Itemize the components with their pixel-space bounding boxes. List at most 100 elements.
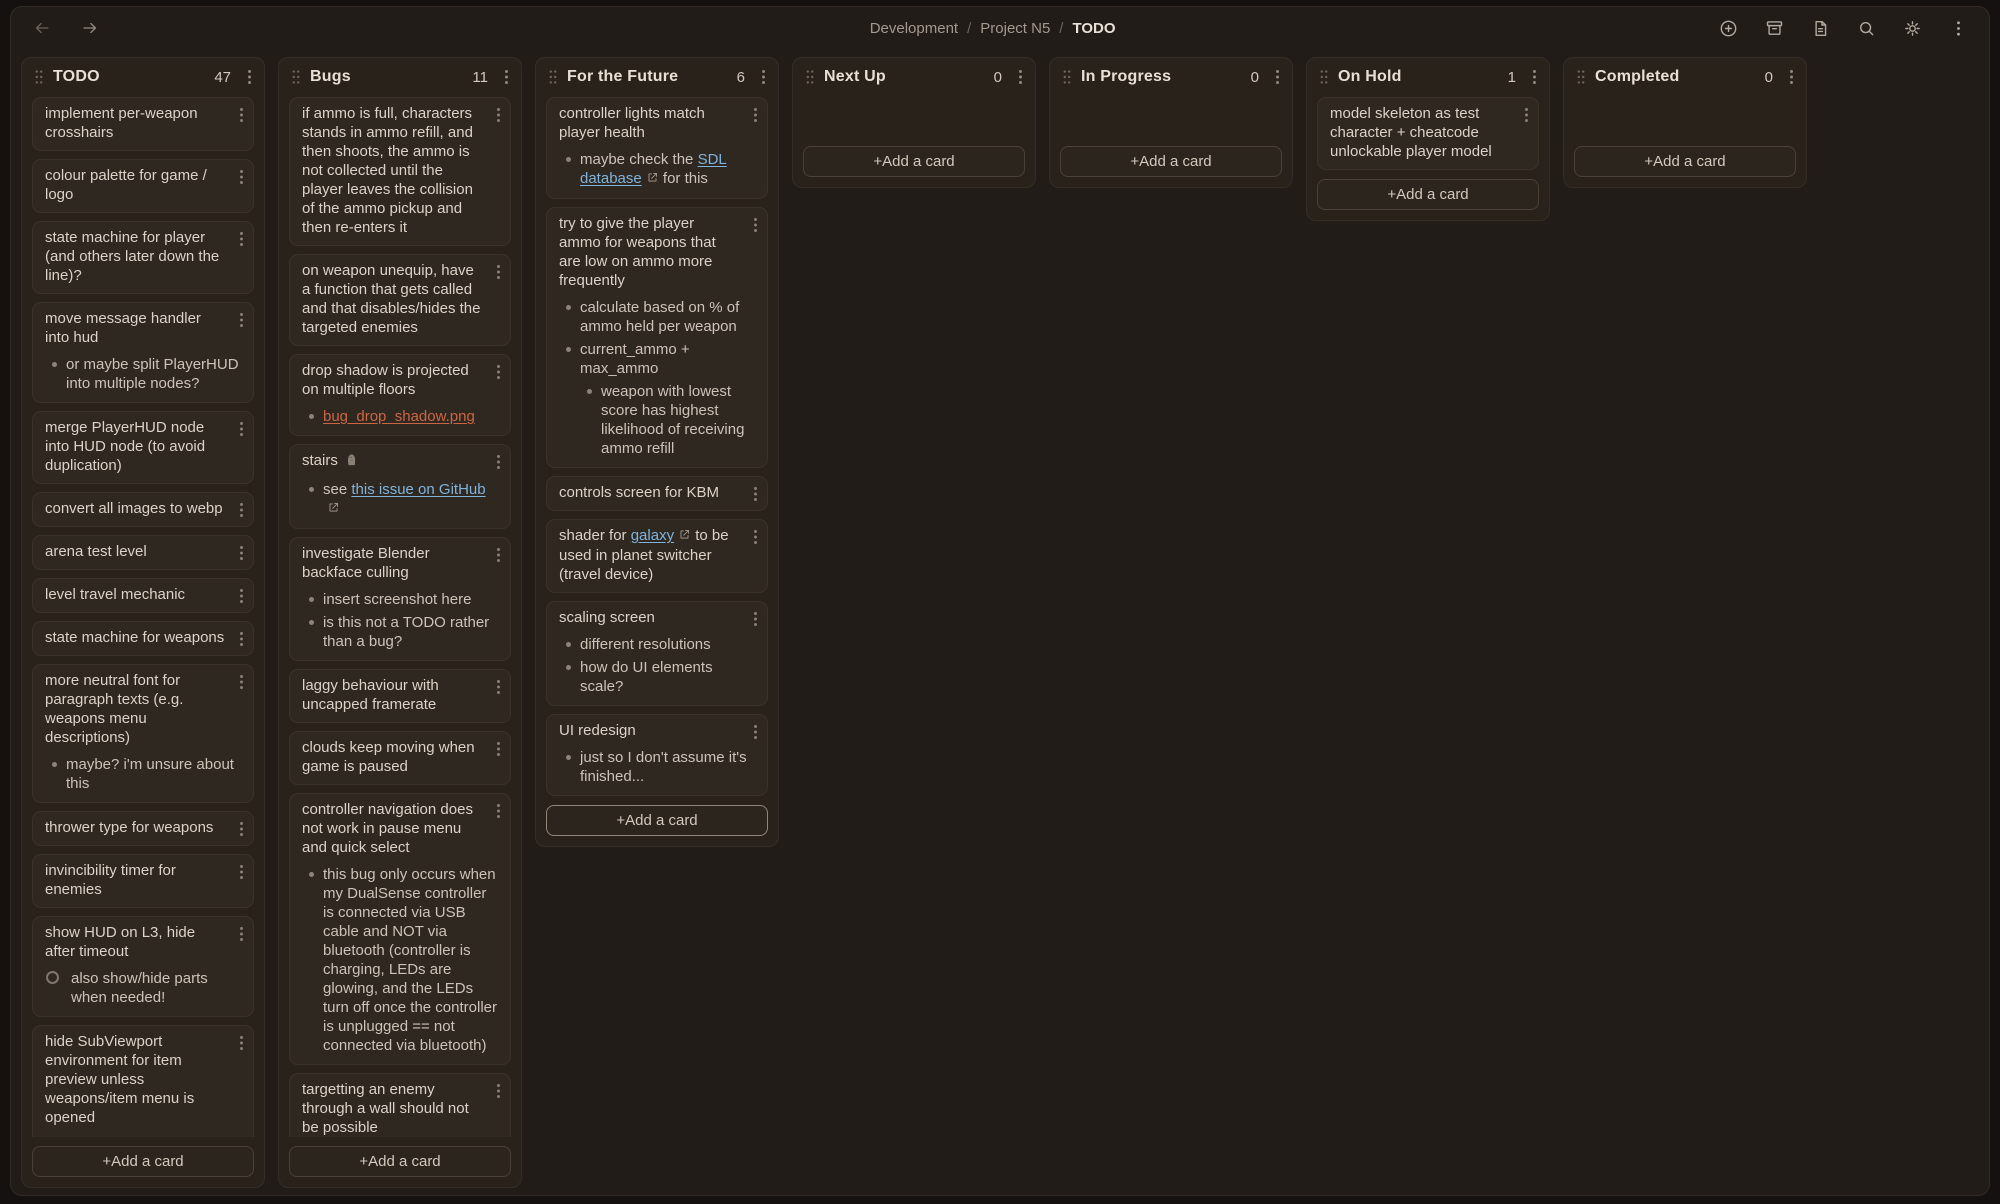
forward-arrow-icon[interactable]	[79, 17, 101, 39]
drag-handle-icon[interactable]	[1062, 69, 1072, 85]
card[interactable]: on weapon unequip, have a function that …	[289, 254, 511, 346]
breadcrumb-item-todo[interactable]: TODO	[1072, 20, 1115, 37]
card[interactable]: show HUD on L3, hide after timeoutalso s…	[32, 916, 254, 1017]
kebab-icon[interactable]	[239, 502, 244, 518]
kebab-icon[interactable]	[496, 1083, 501, 1099]
card[interactable]: level travel mechanic	[32, 578, 254, 613]
kebab-icon[interactable]	[247, 69, 252, 85]
card[interactable]: state machine for player (and others lat…	[32, 221, 254, 294]
kebab-icon[interactable]	[239, 588, 244, 604]
card[interactable]: state machine for weapons	[32, 621, 254, 656]
kebab-icon[interactable]	[496, 803, 501, 819]
card[interactable]: convert all images to webp	[32, 492, 254, 527]
kanban-board: TODO47implement per-weapon crosshairscol…	[11, 49, 1989, 1196]
card[interactable]: model skeleton as test character + cheat…	[1317, 97, 1539, 170]
card[interactable]: controller lights match player healthmay…	[546, 97, 768, 199]
kebab-icon[interactable]	[239, 631, 244, 647]
add-card-button[interactable]: +Add a card	[289, 1146, 511, 1177]
drag-handle-icon[interactable]	[1576, 69, 1586, 85]
kebab-icon[interactable]	[1789, 69, 1794, 85]
kebab-icon[interactable]	[496, 107, 501, 123]
kebab-icon[interactable]	[239, 231, 244, 247]
card[interactable]: colour palette for game / logo	[32, 159, 254, 213]
kebab-icon[interactable]	[1275, 69, 1280, 85]
kebab-icon[interactable]	[239, 864, 244, 880]
add-card-button[interactable]: +Add a card	[1060, 146, 1282, 177]
new-board-icon[interactable]	[1718, 18, 1739, 39]
card[interactable]: drop shadow is projected on multiple flo…	[289, 354, 511, 436]
add-card-button[interactable]: +Add a card	[1317, 179, 1539, 210]
breadcrumb-item-development[interactable]: Development	[870, 20, 958, 37]
kebab-icon[interactable]	[496, 264, 501, 280]
card[interactable]: UI redesignjust so I don't assume it's f…	[546, 714, 768, 796]
kebab-icon[interactable]	[761, 69, 766, 85]
card[interactable]: thrower type for weapons	[32, 811, 254, 846]
add-card-button[interactable]: +Add a card	[546, 805, 768, 836]
kebab-icon[interactable]	[1532, 69, 1537, 85]
card[interactable]: shader for galaxy to be used in planet s…	[546, 519, 768, 593]
card-link[interactable]: this issue on GitHub	[351, 481, 485, 498]
drag-handle-icon[interactable]	[1319, 69, 1329, 85]
kebab-icon[interactable]	[239, 312, 244, 328]
drag-handle-icon[interactable]	[34, 69, 44, 85]
card-link[interactable]: galaxy	[631, 527, 674, 544]
kebab-icon[interactable]	[239, 107, 244, 123]
kebab-icon[interactable]	[753, 724, 758, 740]
card[interactable]: try to give the player ammo for weapons …	[546, 207, 768, 468]
kebab-icon[interactable]	[1524, 107, 1529, 123]
breadcrumb-separator: /	[1059, 20, 1063, 37]
kebab-icon[interactable]	[504, 69, 509, 85]
kebab-icon[interactable]	[239, 169, 244, 185]
kebab-icon[interactable]	[1018, 69, 1023, 85]
drag-handle-icon[interactable]	[291, 69, 301, 85]
add-card-button[interactable]: +Add a card	[803, 146, 1025, 177]
card[interactable]: more neutral font for paragraph texts (e…	[32, 664, 254, 803]
search-icon[interactable]	[1856, 18, 1877, 39]
overflow-menu-icon[interactable]	[1948, 18, 1969, 39]
card[interactable]: hide SubViewport environment for item pr…	[32, 1025, 254, 1137]
drag-handle-icon[interactable]	[805, 69, 815, 85]
card[interactable]: merge PlayerHUD node into HUD node (to a…	[32, 411, 254, 484]
kebab-icon[interactable]	[753, 486, 758, 502]
card[interactable]: implement per-weapon crosshairs	[32, 97, 254, 151]
breadcrumb-item-project-n5[interactable]: Project N5	[980, 20, 1050, 37]
kebab-icon[interactable]	[753, 529, 758, 545]
column-title: Completed	[1595, 68, 1679, 86]
kebab-icon[interactable]	[496, 679, 501, 695]
kebab-icon[interactable]	[496, 547, 501, 563]
card[interactable]: controls screen for KBM	[546, 476, 768, 511]
kebab-icon[interactable]	[496, 454, 501, 470]
card[interactable]: stairs see this issue on GitHub	[289, 444, 511, 529]
kebab-icon[interactable]	[753, 107, 758, 123]
drag-handle-icon[interactable]	[548, 69, 558, 85]
card[interactable]: scaling screendifferent resolutionshow d…	[546, 601, 768, 706]
checkbox-circle-icon[interactable]	[46, 971, 59, 984]
settings-icon[interactable]	[1902, 18, 1923, 39]
kebab-icon[interactable]	[753, 217, 758, 233]
card[interactable]: controller navigation does not work in p…	[289, 793, 511, 1065]
card[interactable]: investigate Blender backface cullinginse…	[289, 537, 511, 661]
add-card-button[interactable]: +Add a card	[32, 1146, 254, 1177]
kebab-icon[interactable]	[753, 611, 758, 627]
kebab-icon[interactable]	[239, 674, 244, 690]
kebab-icon[interactable]	[496, 364, 501, 380]
kebab-icon[interactable]	[239, 421, 244, 437]
card[interactable]: arena test level	[32, 535, 254, 570]
card[interactable]: targetting an enemy through a wall shoul…	[289, 1073, 511, 1137]
kebab-icon[interactable]	[239, 821, 244, 837]
kebab-icon[interactable]	[239, 545, 244, 561]
card-link[interactable]: bug_drop_shadow.png	[323, 408, 475, 425]
card[interactable]: laggy behaviour with uncapped framerate	[289, 669, 511, 723]
notes-icon[interactable]	[1810, 18, 1831, 39]
archive-icon[interactable]	[1764, 18, 1785, 39]
kebab-icon[interactable]	[496, 741, 501, 757]
card[interactable]: move message handler into hudor maybe sp…	[32, 302, 254, 403]
back-arrow-icon[interactable]	[31, 17, 53, 39]
card[interactable]: if ammo is full, characters stands in am…	[289, 97, 511, 246]
kebab-icon[interactable]	[239, 926, 244, 942]
card[interactable]: invincibility timer for enemies	[32, 854, 254, 908]
add-card-button[interactable]: +Add a card	[1574, 146, 1796, 177]
card[interactable]: clouds keep moving when game is paused	[289, 731, 511, 785]
note-text: also show/hide parts when needed!	[71, 970, 208, 1006]
kebab-icon[interactable]	[239, 1035, 244, 1051]
